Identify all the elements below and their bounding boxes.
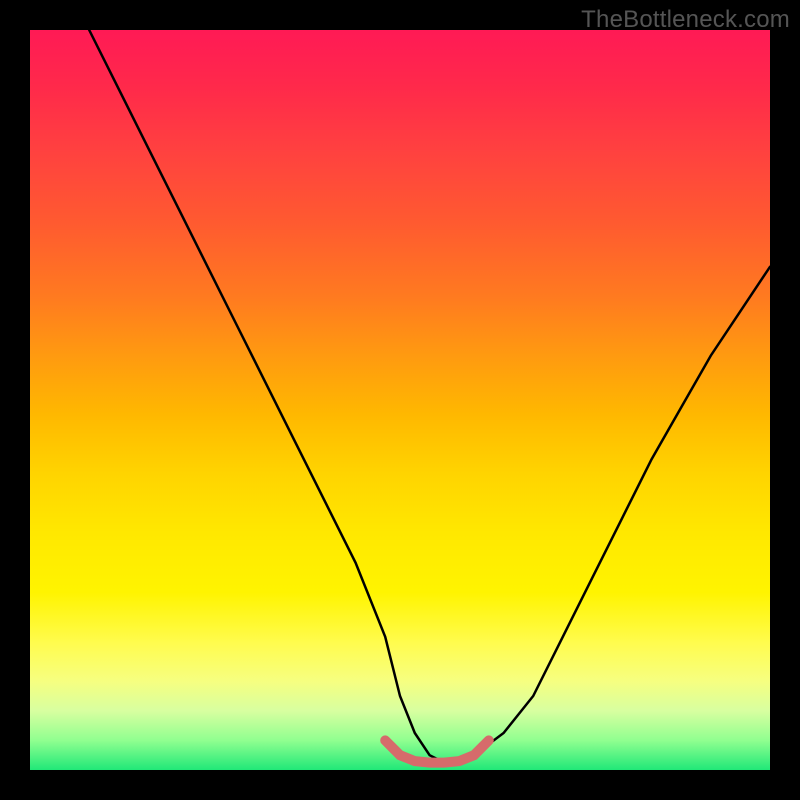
plot-area: [30, 30, 770, 770]
chart-frame: TheBottleneck.com: [0, 0, 800, 800]
optimal-flat-segment: [385, 740, 489, 762]
curve-layer: [30, 30, 770, 770]
bottleneck-curve: [89, 30, 770, 763]
watermark-text: TheBottleneck.com: [581, 6, 790, 34]
